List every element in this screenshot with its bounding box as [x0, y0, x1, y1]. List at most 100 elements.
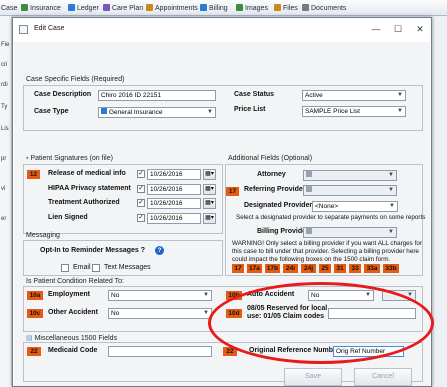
claim-box-badge: 24i — [283, 264, 298, 273]
claim-box-badge: 17 — [232, 264, 244, 273]
medicaid-code-input[interactable] — [108, 346, 212, 357]
claim-box-badge: 31 — [334, 264, 346, 273]
tab-images[interactable]: Images — [236, 3, 268, 14]
case-specific-title: Case Specific Fields (Required) — [26, 76, 125, 83]
referring-provider-select[interactable]: ▼ — [303, 185, 397, 196]
background-right-panel — [434, 16, 447, 387]
price-list-select[interactable]: SAMPLE Price List ▼ — [302, 106, 406, 117]
documents-icon — [302, 4, 309, 11]
billing-provider-warning: WARNING! Only select a billing provider … — [232, 240, 422, 263]
calendar-icon[interactable]: ▦▾ — [203, 213, 216, 224]
billing-provider-icon — [306, 228, 312, 234]
reserved-local-use-input[interactable] — [328, 308, 416, 319]
close-button[interactable]: ✕ — [413, 22, 427, 36]
hipaa-label: HIPAA Privacy statement — [48, 185, 131, 192]
billing-icon — [200, 4, 207, 11]
claim-box-badge: 10b — [226, 291, 242, 300]
condition-title: Is Patient Condition Related To: — [26, 278, 124, 285]
case-type-select[interactable]: General Insurance ▼ — [98, 107, 216, 118]
other-accident-label: Other Accident — [48, 309, 98, 316]
hipaa-date[interactable]: 10/26/2016 — [147, 184, 201, 195]
claim-box-badge: 22 — [223, 347, 237, 356]
tab-files[interactable]: Files — [274, 3, 298, 14]
dialog-title: Edit Case — [34, 25, 65, 32]
images-icon — [236, 4, 243, 11]
lien-signed-checkbox[interactable]: ✓ — [137, 214, 145, 222]
additional-title: Additional Fields (Optional) — [228, 155, 313, 162]
release-medical-date[interactable]: 10/26/2016 — [147, 169, 201, 180]
text-messages-checkbox[interactable] — [92, 264, 100, 272]
case-description-input[interactable]: Chiro 2016 ID 22151 — [98, 90, 216, 101]
tab-care-plan[interactable]: Care Plan — [103, 3, 143, 14]
hipaa-checkbox[interactable]: ✓ — [137, 185, 145, 193]
referring-provider-icon — [306, 186, 312, 192]
dialog-title-bar: Edit Case — ☐ ✕ — [13, 18, 431, 42]
calendar-icon[interactable]: ▦▾ — [203, 198, 216, 209]
auto-accident-label: Auto Accident — [247, 291, 295, 298]
chevron-down-icon: ▼ — [388, 187, 394, 193]
tab-insurance[interactable]: Insurance — [21, 3, 61, 14]
tab-ledger[interactable]: Ledger — [68, 3, 99, 14]
dialog-body: Case Specific Fields (Required) Case Des… — [14, 42, 430, 386]
ledger-icon — [68, 4, 75, 11]
email-label: Email — [73, 264, 91, 271]
save-button[interactable]: Save — [284, 368, 342, 386]
billing-provider-select[interactable]: ▼ — [303, 227, 397, 238]
treatment-authorized-date[interactable]: 10/26/2016 — [147, 198, 201, 209]
claim-box-badge: 12 — [27, 170, 40, 179]
original-reference-label: Original Reference Number — [249, 347, 340, 354]
claim-box-badge: 10d — [226, 309, 242, 318]
chevron-down-icon: ▼ — [388, 172, 394, 178]
auto-accident-select[interactable]: No ▼ — [308, 290, 374, 301]
email-checkbox[interactable] — [61, 264, 69, 272]
folder-icon: ▤ — [26, 335, 33, 342]
chevron-down-icon: ▼ — [389, 203, 395, 209]
tab-case[interactable]: Case — [1, 3, 17, 14]
tab-documents[interactable]: Documents — [302, 3, 346, 14]
claim-box-badge: 17 — [226, 187, 239, 196]
tab-appointments[interactable]: Appointments — [146, 3, 198, 14]
designated-provider-select[interactable]: <None> ▼ — [312, 201, 398, 212]
calendar-icon[interactable]: ▦▾ — [203, 184, 216, 195]
employment-select[interactable]: No ▼ — [108, 290, 212, 301]
signatures-title: ▪ Patient Signatures (on file) — [26, 155, 113, 162]
chevron-down-icon: ▼ — [388, 229, 394, 235]
price-list-label: Price List — [234, 106, 266, 113]
referring-provider-label: Referring Provider — [244, 186, 306, 193]
employment-label: Employment — [48, 291, 91, 298]
files-icon — [274, 4, 281, 11]
maximize-button[interactable]: ☐ — [391, 22, 405, 36]
original-reference-input[interactable]: Orig Ref Number — [333, 346, 404, 357]
chevron-down-icon: ▼ — [397, 108, 403, 114]
opt-in-label: Opt-In to Reminder Messages ? — [40, 247, 146, 254]
attorney-select[interactable]: ▼ — [303, 170, 397, 181]
release-medical-label: Release of medical info — [48, 170, 126, 177]
claim-box-badge: 25 — [319, 264, 331, 273]
background-sidebar: Fie cri rdi Ty Lis pr vi er — [0, 16, 12, 387]
messaging-title: Messaging — [26, 232, 60, 239]
release-medical-checkbox[interactable]: ✓ — [137, 170, 145, 178]
billing-provider-label: Billing Provider — [257, 228, 309, 235]
case-status-select[interactable]: Active ▼ — [302, 90, 406, 101]
appointments-icon — [146, 4, 153, 11]
case-description-label: Case Description — [34, 91, 92, 98]
minimize-button[interactable]: — — [369, 22, 383, 36]
other-accident-select[interactable]: No ▼ — [108, 308, 212, 319]
claim-box-badge: 33a — [364, 264, 380, 273]
chevron-down-icon: ▼ — [203, 310, 209, 316]
chevron-down-icon: ▼ — [365, 292, 371, 298]
treatment-authorized-checkbox[interactable]: ✓ — [137, 199, 145, 207]
claim-box-badge: 10c — [27, 309, 43, 318]
calendar-icon[interactable]: ▦▾ — [203, 169, 216, 180]
help-icon[interactable]: ? — [155, 246, 164, 255]
insurance-type-icon — [101, 108, 107, 114]
misc-1500-title: ▤ Miscellaneous 1500 Fields — [26, 335, 118, 342]
treatment-authorized-label: Treatment Authorized — [48, 199, 120, 206]
designated-provider-note: Select a designated provider to separate… — [236, 214, 426, 221]
attorney-label: Attorney — [257, 171, 286, 178]
cancel-button[interactable]: Cancel — [354, 368, 412, 386]
lien-signed-date[interactable]: 10/26/2016 — [147, 213, 201, 224]
claim-box-badge: 33b — [383, 264, 399, 273]
tab-billing[interactable]: Billing — [200, 3, 228, 14]
auto-accident-state-select[interactable]: ▼ — [382, 290, 416, 301]
